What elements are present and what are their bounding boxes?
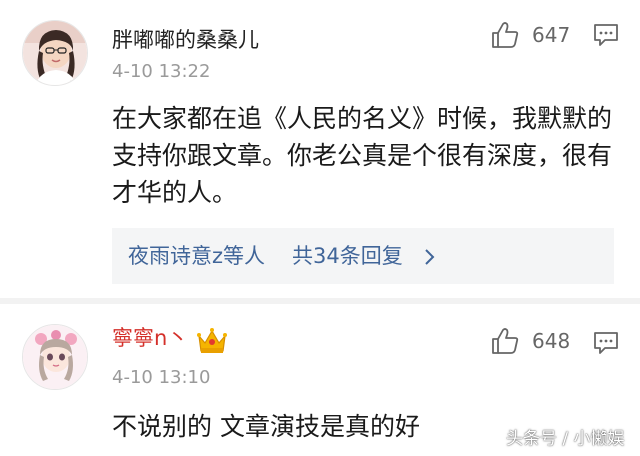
replies-count[interactable]: 共34条回复 bbox=[292, 242, 403, 270]
crown-icon bbox=[197, 328, 227, 353]
replies-who[interactable]: 夜雨诗意z等人 bbox=[128, 242, 265, 270]
replies-summary[interactable]: 夜雨诗意z等人 共34条回复 bbox=[112, 228, 614, 284]
timestamp: 4-10 13:10 bbox=[112, 367, 211, 388]
avatar[interactable] bbox=[22, 324, 88, 390]
comment-bubble-icon bbox=[594, 24, 618, 46]
like-button[interactable]: 647 bbox=[490, 20, 580, 50]
reply-button[interactable] bbox=[592, 330, 620, 356]
thumbs-up-icon bbox=[492, 22, 519, 48]
comment-bubble-icon bbox=[594, 332, 618, 354]
avatar[interactable] bbox=[22, 20, 88, 86]
username[interactable]: 胖嘟嘟的桑桑儿 bbox=[112, 27, 259, 53]
like-count: 648 bbox=[532, 329, 571, 353]
like-button[interactable]: 648 bbox=[490, 326, 580, 356]
comment-text: 在大家都在追《人民的名义》时候，我默默的支持你跟文章。你老公真是个很有深度，很有… bbox=[112, 104, 613, 207]
thumbs-up-icon bbox=[492, 328, 519, 354]
username[interactable]: 寧寧n丶 bbox=[112, 325, 188, 351]
comments-page: 胖嘟嘟的桑桑儿 4-10 13:22 647 在大家都在追《人民的名义》时候，我… bbox=[0, 0, 640, 456]
timestamp: 4-10 13:22 bbox=[112, 61, 211, 82]
like-count: 647 bbox=[532, 23, 571, 47]
watermark: 头条号 / 小懒娱 bbox=[506, 429, 625, 449]
chevron-right-icon bbox=[425, 249, 435, 265]
reply-button[interactable] bbox=[592, 22, 620, 48]
comment-item: 胖嘟嘟的桑桑儿 4-10 13:22 647 在大家都在追《人民的名义》时候，我… bbox=[0, 0, 640, 298]
